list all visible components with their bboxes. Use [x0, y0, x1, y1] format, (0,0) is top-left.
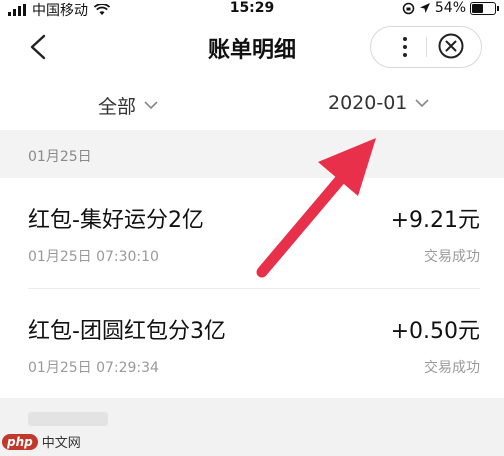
status-bar: 中国移动 15:29 54% — [0, 0, 504, 19]
watermark-text: 中文网 — [41, 436, 81, 451]
transaction-title: 红包-团圆红包分3亿 — [28, 319, 226, 344]
transaction-row[interactable]: 红包-团圆红包分3亿 +0.50元 01月25日 07:29:34 交易成功 — [0, 289, 504, 399]
category-filter-label: 全部 — [98, 96, 137, 118]
transaction-row[interactable]: 红包-集好运分2亿 +9.21元 01月25日 07:30:10 交易成功 — [0, 178, 504, 288]
mini-program-capsule — [370, 26, 482, 68]
close-icon[interactable] — [437, 32, 465, 60]
location-icon — [419, 3, 430, 13]
month-filter[interactable]: 2020-01 — [328, 92, 429, 114]
status-right: 54% — [402, 0, 499, 16]
transaction-status: 交易成功 — [424, 249, 480, 265]
chevron-down-icon — [415, 98, 429, 107]
nav-bar: 账单明细 — [0, 18, 504, 78]
chevron-down-icon — [144, 101, 158, 110]
transaction-status: 交易成功 — [424, 360, 480, 376]
transaction-amount: +9.21元 — [390, 208, 480, 233]
more-icon[interactable] — [401, 33, 409, 61]
watermark-logo: php — [2, 433, 38, 450]
category-filter[interactable]: 全部 — [98, 92, 158, 119]
transaction-time: 01月25日 07:29:34 — [28, 360, 159, 376]
transaction-amount: +0.50元 — [390, 319, 480, 344]
capsule-divider — [426, 37, 427, 57]
section-date: 01月25日 — [28, 149, 92, 165]
month-filter-label: 2020-01 — [328, 92, 408, 114]
blurred-placeholder — [28, 412, 108, 426]
battery-icon — [470, 1, 499, 15]
transaction-time: 01月25日 07:30:10 — [28, 249, 159, 265]
transaction-title: 红包-集好运分2亿 — [28, 208, 204, 233]
battery-percent: 54% — [434, 0, 466, 16]
watermark: php 中文网 — [2, 432, 81, 451]
filter-bar: 全部 2020-01 — [0, 78, 504, 130]
date-section-header: 01月25日 — [0, 130, 504, 178]
rotation-lock-icon — [402, 2, 415, 14]
